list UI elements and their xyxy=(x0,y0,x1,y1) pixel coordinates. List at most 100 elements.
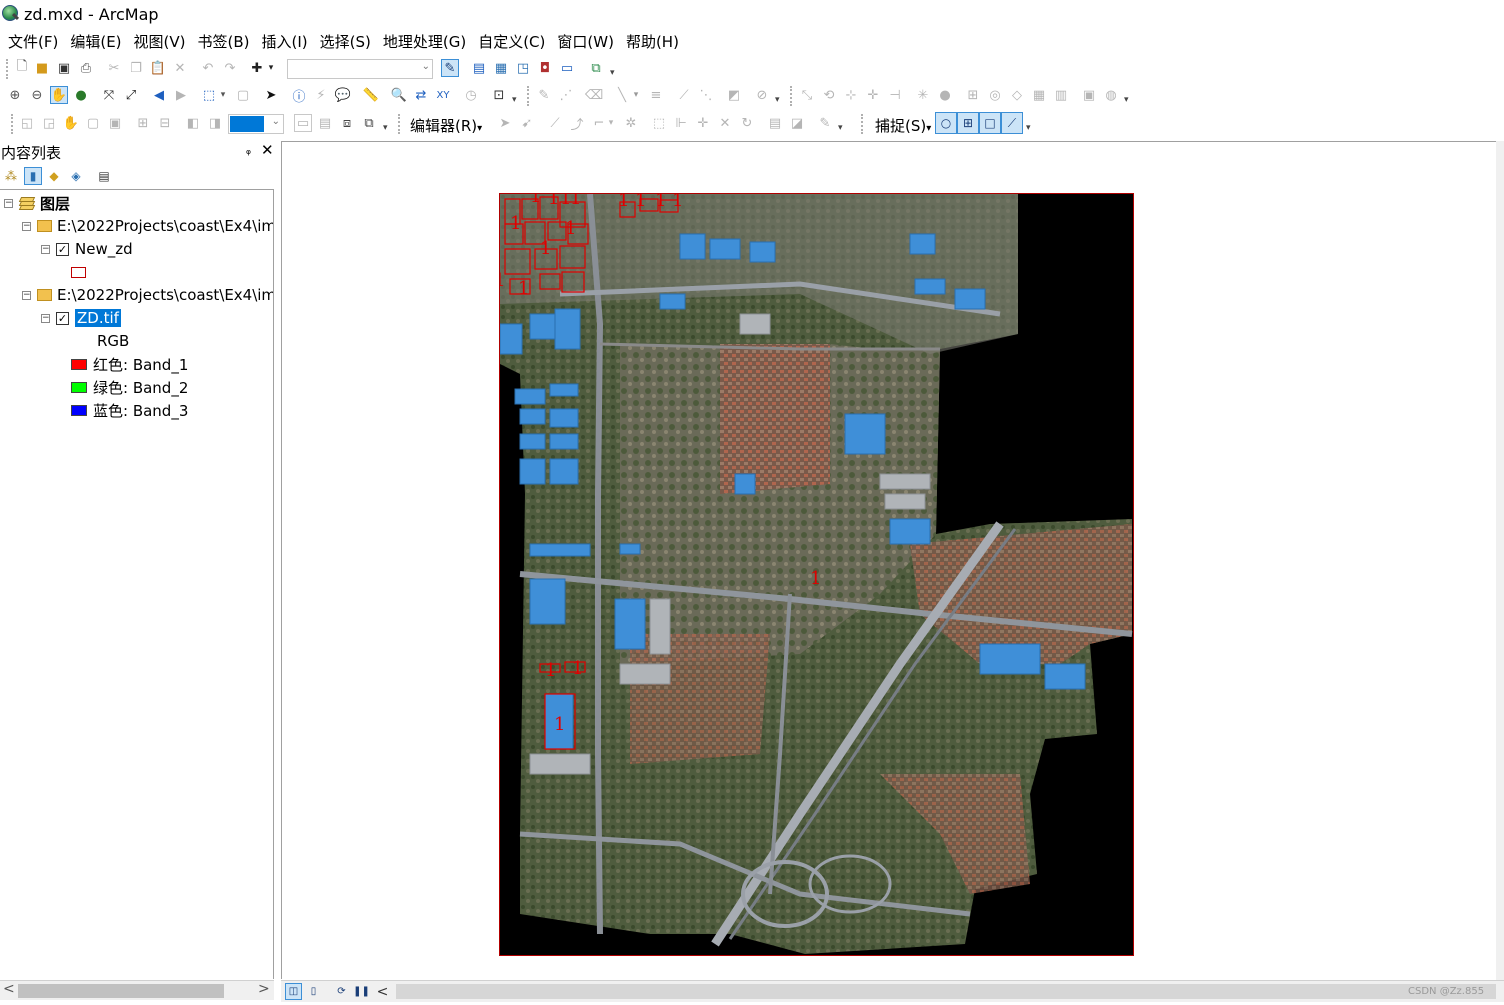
menu-bookmarks[interactable]: 书签(B) xyxy=(194,31,254,52)
cut-polygons-icon[interactable]: ✛ xyxy=(694,114,712,132)
polygon-symbol-swatch[interactable] xyxy=(71,266,86,278)
eraser-icon[interactable]: ⌫ xyxy=(585,86,603,104)
select-dropdown-icon[interactable]: ▾ xyxy=(218,86,228,104)
map-display[interactable]: 1 1 1 1 1 1 1 1 1 1 1 1 1 1 1 1 1 xyxy=(281,141,1502,979)
modelbuilder-icon[interactable]: ⧉ xyxy=(587,59,605,77)
collapse-icon[interactable]: − xyxy=(22,221,31,231)
rotate-icon[interactable]: ↻ xyxy=(738,114,756,132)
edit-tool-icon[interactable]: ➤ xyxy=(496,114,514,132)
change-layout-icon[interactable]: ⧈ xyxy=(338,114,356,132)
toc-symbol-polygon[interactable] xyxy=(71,261,86,283)
new-document-icon[interactable]: 🗋 xyxy=(13,59,31,77)
editor-menu[interactable]: 编辑器(R)▾ xyxy=(410,115,482,136)
menu-edit[interactable]: 编辑(E) xyxy=(66,31,125,52)
time-slider-icon[interactable]: ◷ xyxy=(462,86,480,104)
georef-scatter-icon[interactable]: ✳ xyxy=(914,86,932,104)
end-point-arc-icon[interactable]: ⤴ xyxy=(568,114,586,133)
toolbar-overflow-icon[interactable]: ▾ xyxy=(512,93,520,107)
georef-control-point-icon[interactable]: ✛ xyxy=(864,86,882,104)
layout-view-icon[interactable]: ▯ xyxy=(305,983,322,1000)
create-viewer-window-icon[interactable]: ⊡ xyxy=(490,86,508,104)
ruler-icon[interactable]: ⟋ xyxy=(675,86,693,104)
toolbar-grip[interactable] xyxy=(6,59,10,79)
pan-icon[interactable]: ✋ xyxy=(50,86,68,104)
toolbar-grip[interactable] xyxy=(790,86,794,106)
toggle-draft-mode-icon[interactable]: ▭ xyxy=(294,114,312,132)
georef-link-icon[interactable]: ⊹ xyxy=(842,86,860,104)
toolbar-grip[interactable] xyxy=(11,114,15,134)
select-features-icon[interactable]: ⬚ xyxy=(200,86,218,104)
create-features-icon[interactable]: ✎ xyxy=(816,114,834,132)
menu-customize[interactable]: 自定义(C) xyxy=(474,31,549,52)
paste-icon[interactable]: 📋 xyxy=(149,59,167,77)
collapse-icon[interactable]: − xyxy=(22,290,31,300)
toc-band-blue[interactable]: 蓝色: Band_3 xyxy=(71,399,188,421)
toolbar-grip[interactable] xyxy=(861,114,865,134)
previous-page-extent-icon[interactable]: ◧ xyxy=(184,114,202,132)
toc-band-green[interactable]: 绿色: Band_2 xyxy=(71,376,188,398)
band-color-swatch[interactable] xyxy=(71,404,87,416)
edit-annotation-icon[interactable]: ➹ xyxy=(518,114,536,132)
clear-selection-icon[interactable]: ▢ xyxy=(234,86,252,104)
collapse-icon[interactable]: − xyxy=(41,313,50,323)
georef-snap-icon[interactable]: ⊣ xyxy=(886,86,904,104)
toc-layer-zd-tif[interactable]: − ✓ ZD.tif xyxy=(41,307,121,329)
zoom-out-icon[interactable]: ⊖ xyxy=(28,86,46,104)
pan-layout-icon[interactable]: ✋ xyxy=(62,114,80,132)
forward-extent-icon[interactable]: ▶ xyxy=(172,86,190,104)
band-color-swatch[interactable] xyxy=(71,358,87,370)
search-window-icon[interactable]: ◳ xyxy=(514,59,532,77)
toolbar-overflow-icon[interactable]: ▾ xyxy=(1026,121,1034,135)
draw-circle-icon[interactable]: ◲ xyxy=(40,114,58,132)
raster-measure-icon[interactable]: ⊞ xyxy=(964,86,982,104)
overlay-icon[interactable]: ◩ xyxy=(725,86,743,104)
sketch-tool-icon[interactable]: ✎ xyxy=(535,86,553,104)
band-color-swatch[interactable] xyxy=(71,381,87,393)
data-view-icon[interactable]: ◫ xyxy=(285,983,302,1000)
list-by-source-icon[interactable]: ▮ xyxy=(24,167,42,185)
undo-icon[interactable]: ↶ xyxy=(199,59,217,77)
attributes-icon[interactable]: ▤ xyxy=(766,114,784,132)
reshape-icon[interactable]: ⋱ xyxy=(697,86,715,104)
map-horizontal-scrollbar[interactable] xyxy=(396,984,1496,999)
redo-icon[interactable]: ↷ xyxy=(221,59,239,77)
georef-move-icon[interactable]: ⤡ xyxy=(798,86,816,104)
go-to-xy-icon[interactable]: XY xyxy=(434,86,452,104)
toc-root[interactable]: − 图层 xyxy=(4,192,70,214)
list-by-selection-icon[interactable]: ◈ xyxy=(67,167,85,185)
fixed-zoom-layout-in-icon[interactable]: ⊞ xyxy=(134,114,152,132)
topology-icon[interactable]: ⊘ xyxy=(753,86,771,104)
data-driven-pages-icon[interactable]: ⧉ xyxy=(360,114,378,132)
draw-rect-icon[interactable]: ◱ xyxy=(18,114,36,132)
scroll-right-icon[interactable]: > xyxy=(258,981,270,997)
layer-visibility-checkbox[interactable]: ✓ xyxy=(56,242,69,256)
find-icon[interactable]: 🔍 xyxy=(390,86,408,104)
measure-icon[interactable]: 📏 xyxy=(362,86,380,104)
map-vertical-scrollbar[interactable] xyxy=(1496,141,1504,991)
reshape-feature-icon[interactable]: ⊩ xyxy=(672,114,690,132)
select-elements-icon[interactable]: ➤ xyxy=(262,86,280,104)
toc-options-icon[interactable]: ▤ xyxy=(95,167,113,185)
list-by-visibility-icon[interactable]: ◆ xyxy=(45,167,63,185)
map-scale-combo[interactable]: ⌄ xyxy=(287,59,433,79)
editor-toolbar-icon[interactable]: ✎ xyxy=(441,59,459,77)
menu-view[interactable]: 视图(V) xyxy=(130,31,190,52)
toolbar-overflow-icon[interactable]: ▾ xyxy=(610,66,618,80)
toc-band-red[interactable]: 红色: Band_1 xyxy=(71,353,188,375)
menu-help[interactable]: 帮助(H) xyxy=(622,31,683,52)
transparency-icon[interactable]: ◍ xyxy=(1102,86,1120,104)
layer-effects-icon[interactable]: ▣ xyxy=(1080,86,1098,104)
menu-windows[interactable]: 窗口(W) xyxy=(553,31,618,52)
full-extent-icon[interactable]: ● xyxy=(72,86,90,104)
delete-icon[interactable]: ✕ xyxy=(171,59,189,77)
toolbar-overflow-icon[interactable]: ▾ xyxy=(383,121,391,135)
back-extent-icon[interactable]: ◀ xyxy=(150,86,168,104)
menu-insert[interactable]: 插入(I) xyxy=(258,31,312,52)
zoom-in-icon[interactable]: ⊕ xyxy=(6,86,24,104)
point-icon[interactable]: ✲ xyxy=(622,114,640,132)
toolbar-overflow-icon[interactable]: ▾ xyxy=(1124,93,1132,107)
menu-selection[interactable]: 选择(S) xyxy=(316,31,375,52)
focus-data-frame-icon[interactable]: ▤ xyxy=(316,114,334,132)
fixed-zoom-out-icon[interactable]: ⤢ xyxy=(122,86,140,104)
line-tool-icon[interactable]: ╲ xyxy=(613,86,631,104)
